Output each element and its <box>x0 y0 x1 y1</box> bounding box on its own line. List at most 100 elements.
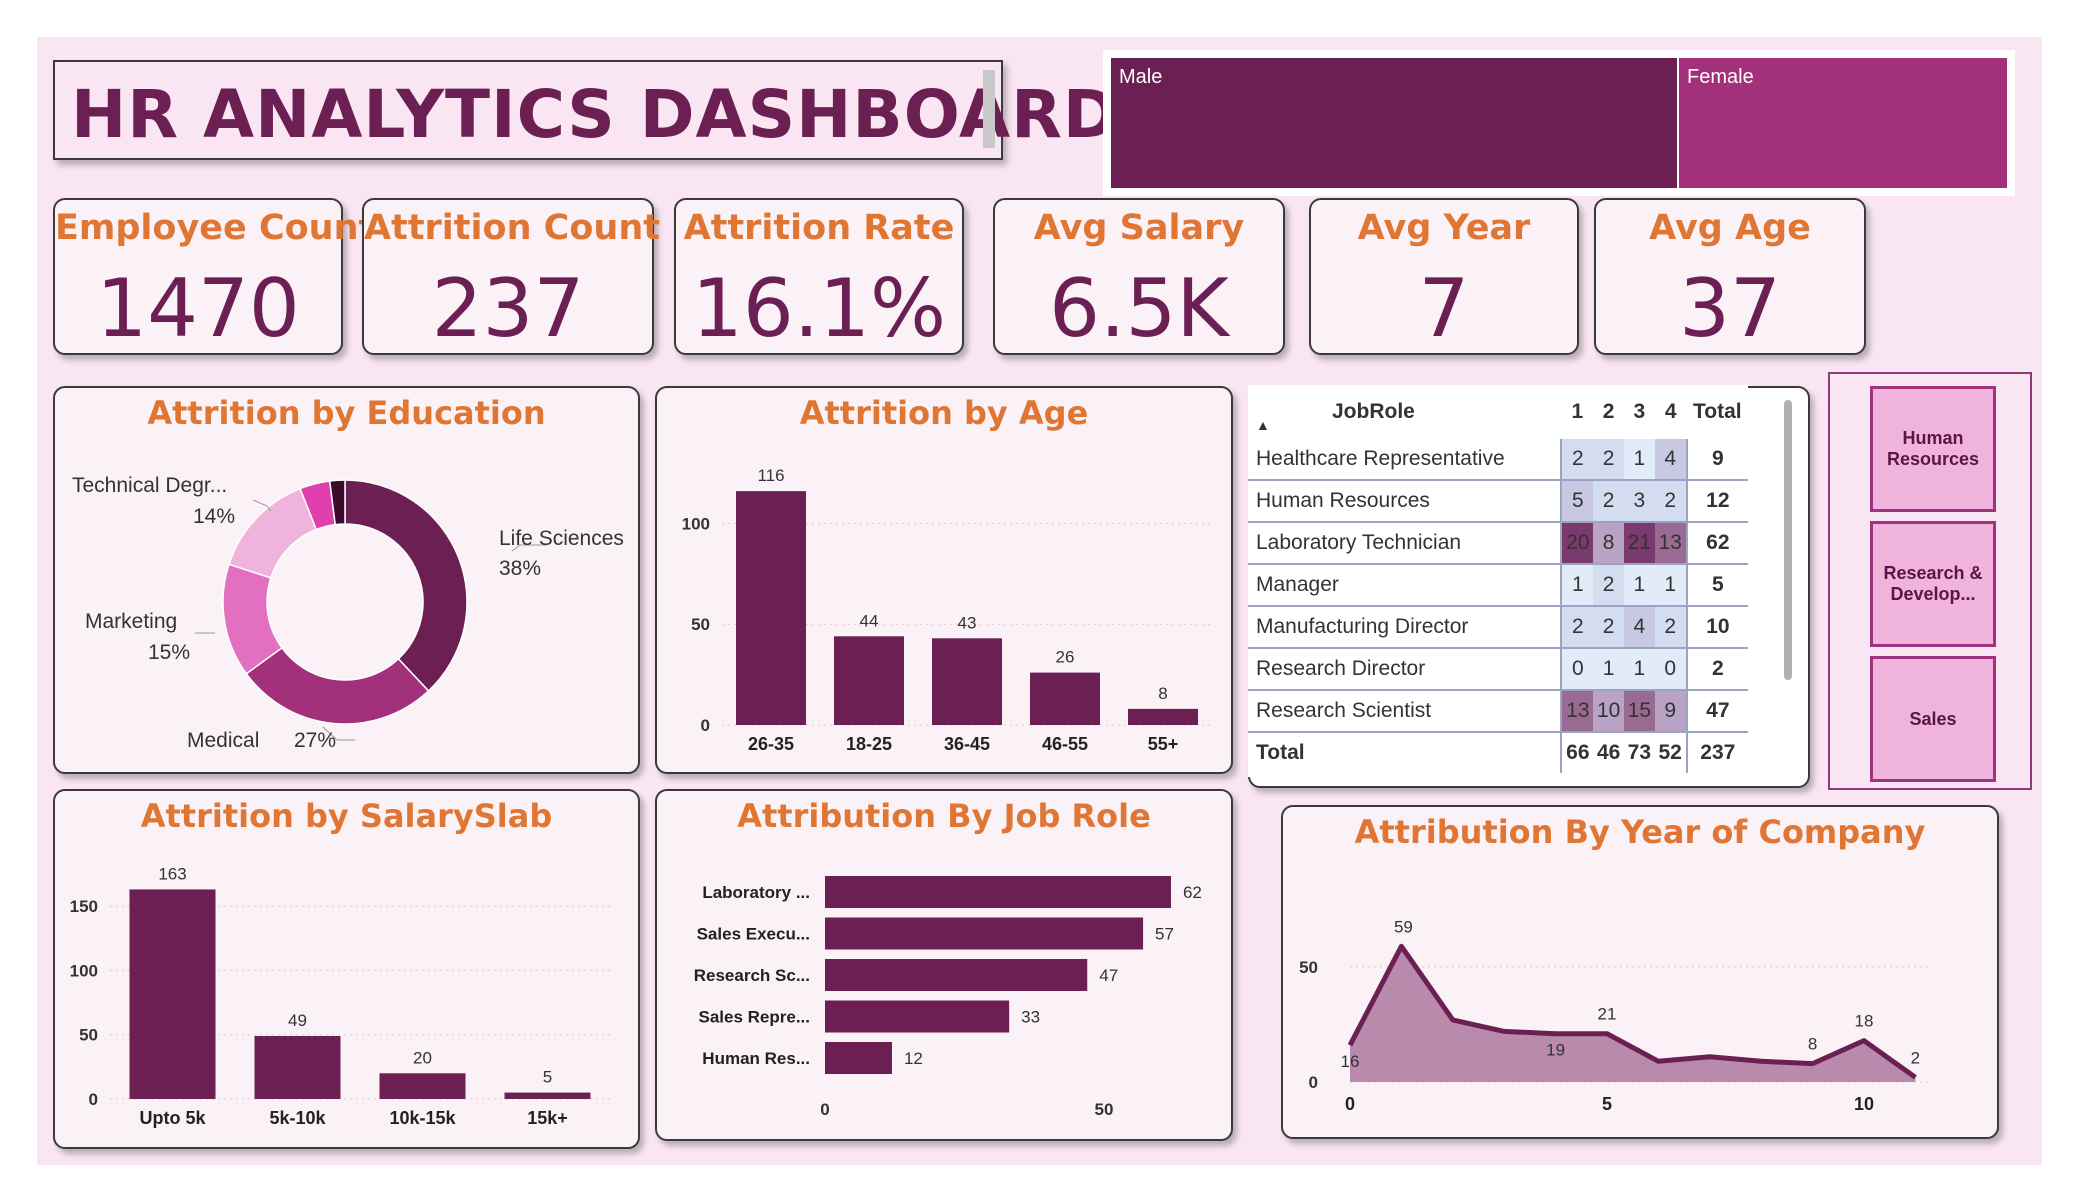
matrix-scrollbar[interactable] <box>1784 400 1792 680</box>
matrix-row[interactable]: Healthcare Representative 2 2 1 4 9 <box>1248 439 1748 481</box>
matrix-row[interactable]: Manufacturing Director 2 2 4 2 10 <box>1248 606 1748 649</box>
matrix-value-cell: 52 <box>1658 741 1682 764</box>
slice-pct: 14% <box>193 505 235 528</box>
jobrole-matrix: JobRole ▲ 1 2 3 4 Total Healthcare Repre… <box>1248 385 1748 777</box>
bar[interactable] <box>1030 672 1100 725</box>
bar[interactable] <box>379 1073 466 1099</box>
matrix-value-cell: 4 <box>1624 606 1655 649</box>
matrix-value-cell: 4 <box>1654 439 1687 481</box>
y-tick-label: 100 <box>70 961 98 980</box>
matrix-value-cell: 20 <box>1561 522 1594 565</box>
y-tick-label: 50 <box>79 1026 98 1045</box>
bar[interactable] <box>825 1000 1010 1033</box>
matrix-total-cell: 2 <box>1685 648 1748 691</box>
matrix-value-cell: 1 <box>1654 564 1687 607</box>
gender-female-segment[interactable]: Female <box>1679 58 2007 188</box>
bar[interactable] <box>834 636 904 725</box>
matrix-role-cell: Research Director <box>1248 648 1563 691</box>
bar[interactable] <box>504 1092 591 1099</box>
chart-card-education: Attrition by Education Life Sciences 38%… <box>53 386 640 774</box>
matrix-value-cell: 2 <box>1654 606 1687 649</box>
donut-slice[interactable] <box>344 479 468 692</box>
x-tick-label: 15k+ <box>527 1108 568 1128</box>
data-label: 44 <box>860 611 879 630</box>
matrix-value-cell: 3 <box>1624 480 1655 523</box>
matrix-row[interactable]: Laboratory Technician 20 8 21 13 62 <box>1248 522 1748 565</box>
matrix-header-jobrole[interactable]: JobRole ▲ <box>1248 385 1561 439</box>
matrix-row[interactable]: Manager 1 2 1 1 5 <box>1248 564 1748 607</box>
bar[interactable] <box>825 876 1171 908</box>
data-label: 59 <box>1394 917 1413 936</box>
matrix-value-cell: 46 <box>1596 741 1621 764</box>
data-label: 43 <box>958 613 977 632</box>
y-tick-label: Laboratory ... <box>702 883 810 902</box>
gender-female-label: Female <box>1687 66 1754 88</box>
matrix-header: 4 <box>1664 400 1677 423</box>
data-label: 163 <box>158 864 186 883</box>
matrix-total-cell: 237 <box>1685 732 1748 773</box>
bar[interactable] <box>736 491 806 725</box>
matrix-role-cell: Laboratory Technician <box>1248 522 1563 565</box>
matrix-value-cell: 2 <box>1593 439 1624 481</box>
kpi-label: Avg Salary <box>1033 208 1245 248</box>
matrix-value-cell: 66 <box>1566 741 1590 764</box>
bar[interactable] <box>129 889 216 1099</box>
kpi-attrition-rate: Attrition Rate 16.1% <box>674 198 964 355</box>
data-label: 8 <box>1158 684 1167 703</box>
x-tick-label: 36-45 <box>944 734 990 754</box>
bar[interactable] <box>825 959 1088 991</box>
x-tick-label: 0 <box>820 1100 829 1119</box>
slicer-sales[interactable]: Sales <box>1870 656 1996 782</box>
slice-label: Technical Degr... <box>72 474 227 497</box>
sort-triangle-icon[interactable]: ▲ <box>1256 417 1270 433</box>
bar[interactable] <box>825 1042 892 1074</box>
x-tick-label: 26-35 <box>748 734 794 754</box>
slice-label: Medical <box>187 729 259 752</box>
matrix-value-cell: 8 <box>1593 522 1624 565</box>
kpi-avg-salary: Avg Salary 6.5K <box>993 198 1285 355</box>
bar[interactable] <box>825 917 1144 950</box>
x-tick-label: 10k-15k <box>389 1108 456 1128</box>
data-label: 33 <box>1021 1008 1040 1027</box>
slice-pct: 38% <box>499 557 541 580</box>
x-tick-label: 0 <box>1345 1094 1355 1114</box>
matrix-row[interactable]: Research Director 0 1 1 0 2 <box>1248 648 1748 691</box>
data-label: 47 <box>1099 966 1118 985</box>
gender-male-segment[interactable]: Male <box>1111 58 1677 188</box>
x-tick-label: 46-55 <box>1042 734 1088 754</box>
slice-label: Life Sciences <box>499 527 624 550</box>
matrix-value-cell: 21 <box>1624 522 1655 565</box>
slicer-human-resources[interactable]: Human Resources <box>1870 386 1996 512</box>
matrix-role-cell: Research Scientist <box>1248 690 1563 733</box>
matrix-total-row[interactable]: Total 66 46 73 52 237 <box>1248 732 1748 773</box>
bar[interactable] <box>1128 708 1198 725</box>
slicer-research-development[interactable]: Research & Develop... <box>1870 521 1996 647</box>
x-tick-label: 5 <box>1602 1094 1612 1114</box>
data-label: 57 <box>1155 925 1174 944</box>
kpi-label: Avg Year <box>1357 208 1531 248</box>
kpi-label: Attrition Rate <box>683 208 955 248</box>
x-tick-label: 10 <box>1854 1094 1874 1114</box>
bar[interactable] <box>932 638 1002 725</box>
matrix-row[interactable]: Human Resources 5 2 3 2 12 <box>1248 480 1748 523</box>
department-slicer: Human Resources Research & Develop... Sa… <box>1828 372 2032 790</box>
y-tick-label: 0 <box>701 716 710 735</box>
matrix-total-cell: 5 <box>1685 564 1748 607</box>
bar[interactable] <box>254 1036 341 1099</box>
gender-male-label: Male <box>1119 66 1163 88</box>
kpi-attrition-count: Attrition Count 237 <box>362 198 660 355</box>
donut-slice[interactable] <box>228 487 318 579</box>
matrix-value-cell: 1 <box>1624 648 1655 691</box>
matrix-value-cell: 1 <box>1593 648 1624 691</box>
matrix-role-cell: Healthcare Representative <box>1248 439 1563 481</box>
jobrole-bar-svg: 0 50 62 Laboratory ... 57 Sales Execu... 47 Res… <box>694 876 1202 1119</box>
y-tick-label: Human Res... <box>702 1049 810 1068</box>
data-label: 2 <box>1911 1048 1920 1067</box>
slice-pct: 27% <box>294 729 336 752</box>
matrix-row[interactable]: Research Scientist 13 10 15 9 47 <box>1248 690 1748 733</box>
data-label: 18 <box>1855 1012 1874 1031</box>
y-tick-label: 0 <box>89 1090 98 1109</box>
title-accent-bar <box>983 70 995 148</box>
matrix-value-cell: 15 <box>1624 690 1655 733</box>
matrix-value-cell: 2 <box>1654 480 1687 523</box>
